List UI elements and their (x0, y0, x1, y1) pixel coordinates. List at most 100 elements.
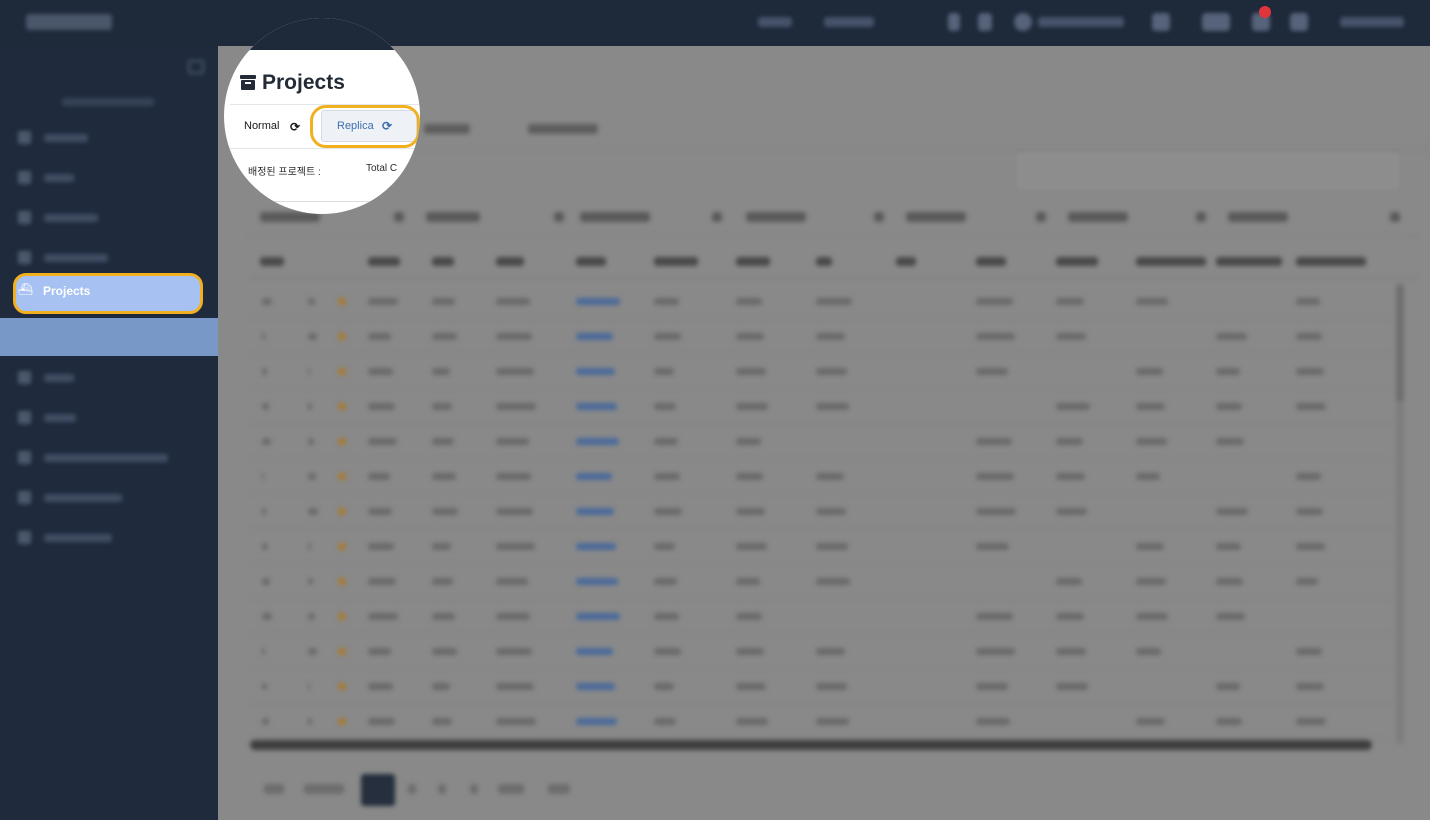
table-row[interactable] (250, 564, 1400, 599)
project-link[interactable] (576, 298, 620, 305)
table-cell (1296, 473, 1321, 480)
project-link[interactable] (576, 403, 617, 410)
topbar-link[interactable] (824, 17, 874, 27)
table-cell (368, 718, 395, 725)
pagination-page[interactable] (470, 784, 478, 794)
table-row[interactable] (250, 459, 1400, 494)
table-row[interactable] (250, 634, 1400, 669)
sidebar-item[interactable] (0, 158, 218, 198)
table-row[interactable] (250, 704, 1400, 739)
table-cell (262, 438, 271, 445)
sidebar-item[interactable] (0, 118, 218, 158)
project-link[interactable] (576, 683, 615, 690)
flag-icon[interactable] (1202, 13, 1230, 31)
refresh-icon[interactable]: ⟳ (290, 120, 300, 134)
menu-icon (18, 491, 31, 504)
table-cell (654, 508, 682, 515)
project-link[interactable] (576, 333, 613, 340)
table-row[interactable] (250, 529, 1400, 564)
star-icon[interactable] (338, 403, 346, 410)
project-link[interactable] (576, 648, 613, 655)
sidebar-item[interactable] (0, 398, 218, 438)
tab-normal[interactable]: Normal (244, 120, 279, 132)
project-link[interactable] (576, 578, 618, 585)
sidebar-item[interactable] (0, 478, 218, 518)
table-cell (736, 648, 764, 655)
pagination-page[interactable] (438, 784, 446, 794)
replica-highlight-ring (310, 105, 420, 148)
table-row[interactable] (250, 354, 1400, 389)
table-cell (262, 613, 272, 620)
sidebar-item[interactable] (0, 238, 218, 278)
user-menu[interactable] (1340, 17, 1404, 27)
star-icon[interactable] (338, 578, 346, 585)
table-cell (262, 473, 264, 480)
app-logo[interactable] (26, 14, 112, 30)
sidebar-item[interactable] (0, 198, 218, 238)
project-link[interactable] (576, 508, 614, 515)
pagination-page[interactable] (408, 784, 416, 794)
sidebar-item-projects-row (0, 318, 218, 356)
star-icon[interactable] (338, 508, 346, 515)
star-icon[interactable] (338, 438, 346, 445)
sidebar-collapse-icon[interactable] (188, 60, 204, 74)
table-row[interactable] (250, 494, 1400, 529)
star-icon[interactable] (338, 368, 346, 375)
settings-icon[interactable] (948, 13, 960, 31)
project-link[interactable] (576, 438, 619, 445)
project-link[interactable] (576, 543, 616, 550)
star-icon[interactable] (338, 333, 346, 340)
pagination-current-page[interactable] (361, 774, 395, 806)
message-icon[interactable] (1290, 13, 1308, 31)
language-icon[interactable] (1014, 13, 1032, 31)
table-cell (1136, 298, 1168, 305)
table-vertical-scrollbar[interactable] (1396, 284, 1404, 744)
table-cell (496, 508, 533, 515)
star-icon[interactable] (338, 473, 346, 480)
table-cell (1296, 368, 1324, 375)
project-link[interactable] (576, 368, 615, 375)
project-link[interactable] (576, 473, 612, 480)
project-link[interactable] (576, 718, 617, 725)
table-row[interactable] (250, 389, 1400, 424)
menu-icon (18, 131, 31, 144)
star-icon[interactable] (338, 648, 346, 655)
star-icon[interactable] (338, 683, 346, 690)
sidebar-item[interactable] (0, 358, 218, 398)
table-cell (654, 473, 680, 480)
pagination-last[interactable] (548, 784, 570, 794)
topbar-link[interactable] (758, 17, 792, 27)
table-cell (1216, 508, 1248, 515)
project-link[interactable] (576, 613, 620, 620)
table-row[interactable] (250, 284, 1400, 319)
star-icon[interactable] (338, 543, 346, 550)
star-icon[interactable] (338, 613, 346, 620)
language-selector[interactable] (1038, 17, 1124, 27)
table-cell (1056, 333, 1086, 340)
tab[interactable] (528, 124, 598, 134)
table-horizontal-scrollbar[interactable] (250, 740, 1372, 750)
table-row[interactable] (250, 669, 1400, 704)
star-icon[interactable] (338, 298, 346, 305)
project-search-input[interactable] (1018, 154, 1398, 188)
table-cell (1296, 403, 1326, 410)
table-cell (736, 613, 762, 620)
tab[interactable] (424, 124, 470, 134)
table-cell (1056, 403, 1090, 410)
table-cell (368, 613, 398, 620)
star-icon[interactable] (338, 718, 346, 725)
sidebar-item[interactable] (0, 438, 218, 478)
table-cell (1136, 578, 1166, 585)
table-cell (654, 403, 676, 410)
table-row[interactable] (250, 319, 1400, 354)
pagination-next[interactable] (498, 784, 524, 794)
pagination-prev[interactable] (304, 784, 344, 794)
search-icon[interactable] (978, 13, 992, 31)
home-icon[interactable] (1152, 13, 1170, 31)
table-row[interactable] (250, 599, 1400, 634)
sidebar-item-projects[interactable] (13, 273, 203, 314)
table-cell (368, 438, 397, 445)
table-row[interactable] (250, 424, 1400, 459)
sidebar-item[interactable] (0, 518, 218, 558)
pagination-first[interactable] (264, 784, 284, 794)
